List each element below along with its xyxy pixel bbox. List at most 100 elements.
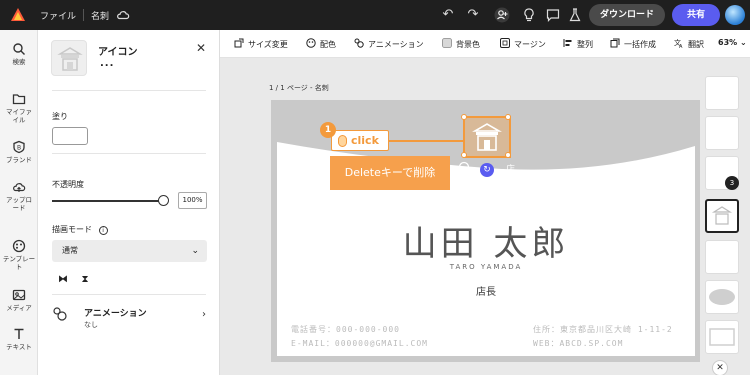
divider [52,153,206,154]
flip-vertical-icon[interactable]: ⧗ [78,273,92,287]
thumbnail-item[interactable] [705,116,739,150]
card-role[interactable]: 店長 [277,283,695,298]
thumbnail-item[interactable] [705,240,739,274]
text-icon [14,328,24,339]
palette-icon [306,38,316,48]
animation-icon [53,307,67,321]
redo-icon[interactable]: ↷ [465,7,481,23]
rotate-icon[interactable]: ↻ [480,163,494,177]
bulk-create-icon [610,38,620,48]
download-button[interactable]: ダウンロード [589,4,665,26]
file-menu[interactable]: ファイル [40,9,76,22]
tool-bulk-create[interactable]: 一括作成 [610,38,656,50]
brand-icon: B [13,140,25,154]
add-user-icon[interactable] [494,7,510,23]
tool-label: 一括作成 [624,40,656,49]
card-name-roman[interactable]: TARO YAMADA [277,263,695,271]
info-icon[interactable]: i [98,226,108,235]
tool-label: マージン [514,40,546,49]
undo-icon[interactable]: ↶ [440,7,456,23]
rail-label: テンプレート [2,255,36,271]
resize-handle[interactable] [505,152,511,158]
rail-label: 検索 [12,58,26,66]
context-toolbar: サイズ変更 配色 アニメーション 背景色 マージン 整列 一括作成 文 A 翻訳 6… [220,30,750,58]
blend-mode-value: 通常 [62,246,78,255]
opacity-value-field[interactable]: 100% [178,192,207,209]
share-button[interactable]: 共有 [672,4,720,26]
resize-handle[interactable] [461,152,467,158]
fill-color-swatch[interactable] [52,127,88,145]
media-icon [12,289,26,301]
rail-label: アップロード [6,196,32,212]
click-callout: click [331,130,389,151]
card-phone[interactable]: 電話番号：000-000-000 [291,324,400,335]
rail-label: マイファイル [6,108,32,124]
rail-item-brand[interactable]: B ブランド [0,140,38,164]
cloud-sync-icon[interactable] [116,8,130,22]
tool-resize[interactable]: サイズ変更 [234,38,288,50]
thumbnail-item-selected[interactable] [705,199,739,233]
tool-label: 整列 [577,40,593,49]
opacity-label: 不透明度 [52,180,84,189]
selected-icon-element[interactable] [461,114,511,158]
app-logo-icon[interactable] [10,7,26,23]
svg-text:A: A [679,44,683,48]
more-options-button[interactable]: ... [100,58,114,69]
callout-connector [389,140,465,142]
rail-item-text[interactable]: テキスト [0,327,38,351]
step-number-badge: 1 [320,122,336,138]
tool-palette[interactable]: 配色 [306,38,336,50]
tool-translate[interactable]: 文 A 翻訳 [674,38,704,50]
tool-margin[interactable]: マージン [500,38,546,50]
resize-handle[interactable] [505,114,511,120]
flip-horizontal-icon[interactable]: ⧓ [56,273,70,287]
card-web[interactable]: WEB：ABCD.SP.COM [533,338,623,349]
blend-mode-label-text: 描画モード [52,225,92,234]
close-icon[interactable]: ✕ [196,41,206,55]
rectangle-shape-icon [709,328,735,346]
rail-label: ブランド [6,156,32,164]
tool-bg-color[interactable]: 背景色 [442,38,480,50]
lightbulb-icon[interactable] [521,7,537,23]
zoom-level[interactable]: 63% ⌄ [718,38,747,47]
location-pin-icon [458,161,470,173]
page-indicator: 1 / 1 ページ - 名刺 [269,84,329,92]
bg-color-icon [442,38,452,48]
card-name[interactable]: 山田 太郎 [277,216,695,265]
tool-align[interactable]: 整列 [563,38,593,50]
card-address[interactable]: 住所：東京都品川区大崎 1-11-2 [533,324,673,335]
thumbnail-item[interactable] [705,320,739,354]
document-name[interactable]: 名刺 [91,9,109,22]
page-thumbnails: 3 ✕ [700,58,750,375]
resize-icon [234,38,244,48]
rail-label: メディア [6,304,32,312]
thumbnail-item[interactable] [705,76,739,110]
user-avatar[interactable] [725,5,745,25]
animation-title: アニメーション [84,309,147,319]
close-icon[interactable]: ✕ [712,360,728,375]
card-email[interactable]: E-MAIL：000000@GMAIL.COM [291,338,428,349]
click-label: click [351,134,379,147]
opacity-slider-track[interactable] [52,200,164,202]
resize-handle[interactable] [461,114,467,120]
opacity-slider-handle[interactable] [158,195,169,206]
blend-mode-label: 描画モード i [52,224,108,235]
divider [52,90,206,91]
rail-item-template[interactable]: テンプレート [0,239,38,271]
align-icon [563,39,572,47]
tool-animation[interactable]: アニメーション [354,38,424,50]
shop-name-fragment: 店 [506,165,516,175]
thumbnail-count-badge: 3 [725,176,739,190]
animation-value: なし [84,321,98,329]
svg-text:B: B [17,145,21,152]
blend-mode-dropdown[interactable]: 通常 ⌄ [52,240,207,262]
rail-item-media[interactable]: メディア [0,288,38,312]
rail-item-search[interactable]: 検索 [0,42,38,66]
flask-icon[interactable] [567,7,583,23]
animation-row[interactable]: アニメーション なし › [52,302,212,332]
thumbnail-item[interactable] [705,280,739,314]
canvas-area: 1 / 1 ページ - 名刺 店 山田 太郎 TARO YAMADA 店長 電話… [220,58,701,375]
comment-icon[interactable] [545,7,561,23]
rail-item-my-files[interactable]: マイファイル [0,92,38,124]
rail-item-upload[interactable]: アップロード [0,180,38,212]
